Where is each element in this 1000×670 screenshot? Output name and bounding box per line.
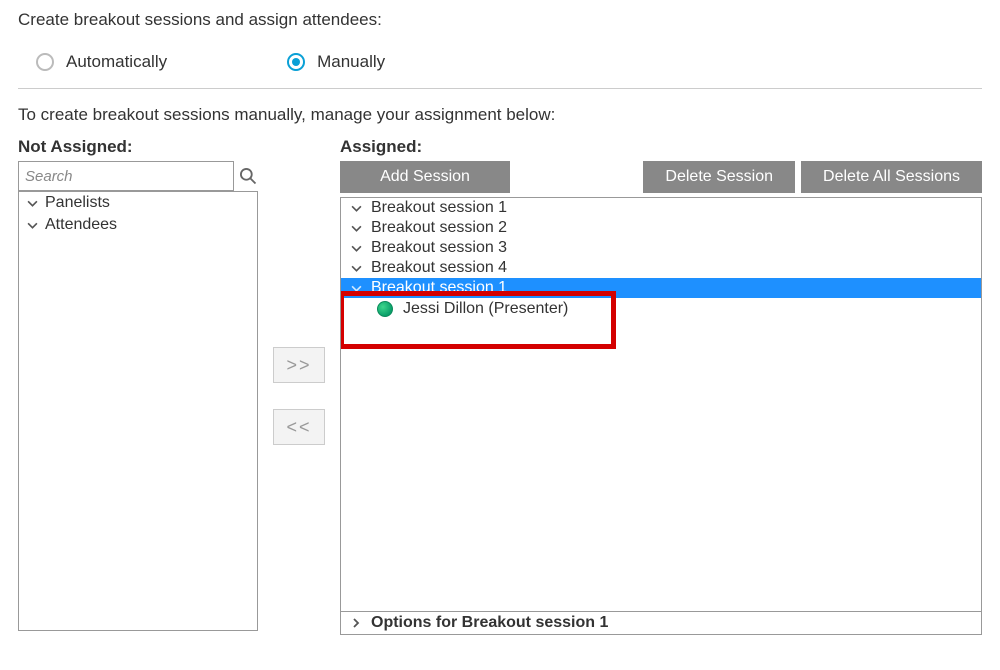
radio-manual-label: Manually [317, 52, 385, 72]
group-attendees-label: Attendees [45, 216, 117, 234]
search-input[interactable] [18, 161, 234, 191]
chevron-right-icon [349, 618, 363, 628]
move-left-button[interactable]: << [273, 409, 325, 445]
delete-session-button[interactable]: Delete Session [643, 161, 795, 193]
instruction-text: To create breakout sessions manually, ma… [18, 105, 982, 125]
session-item-selected[interactable]: Breakout session 1 [341, 278, 981, 298]
search-icon[interactable] [238, 166, 258, 186]
chevron-down-icon [349, 243, 363, 254]
page-title: Create breakout sessions and assign atte… [18, 10, 982, 30]
mode-radio-group: Automatically Manually [18, 52, 982, 72]
session-label: Breakout session 1 [371, 279, 507, 297]
chevron-down-icon [25, 220, 39, 231]
session-label: Breakout session 3 [371, 239, 507, 257]
radio-circle-selected-icon [287, 53, 305, 71]
radio-manually[interactable]: Manually [287, 52, 385, 72]
group-panelists[interactable]: Panelists [19, 192, 257, 214]
session-item[interactable]: Breakout session 3 [341, 238, 981, 258]
divider [18, 88, 982, 89]
group-attendees[interactable]: Attendees [19, 214, 257, 236]
attendee-item[interactable]: Jessi Dillon (Presenter) [341, 298, 981, 320]
session-item[interactable]: Breakout session 4 [341, 258, 981, 278]
chevron-down-icon [349, 263, 363, 274]
delete-all-sessions-button[interactable]: Delete All Sessions [801, 161, 982, 193]
group-panelists-label: Panelists [45, 194, 110, 212]
presence-icon [377, 301, 393, 317]
chevron-down-icon [25, 198, 39, 209]
session-item[interactable]: Breakout session 2 [341, 218, 981, 238]
radio-dot-icon [292, 58, 300, 66]
not-assigned-label: Not Assigned: [18, 137, 258, 157]
options-label: Options for Breakout session 1 [371, 614, 608, 632]
chevron-down-icon [349, 203, 363, 214]
session-item[interactable]: Breakout session 1 [341, 198, 981, 218]
radio-automatically[interactable]: Automatically [36, 52, 167, 72]
radio-auto-label: Automatically [66, 52, 167, 72]
assigned-panel: Breakout session 1 Breakout session 2 Br… [340, 197, 982, 635]
not-assigned-panel: Panelists Attendees [18, 191, 258, 631]
assigned-label: Assigned: [340, 137, 982, 157]
radio-circle-icon [36, 53, 54, 71]
move-right-button[interactable]: >> [273, 347, 325, 383]
session-label: Breakout session 4 [371, 259, 507, 277]
attendee-name: Jessi Dillon (Presenter) [403, 300, 568, 318]
session-label: Breakout session 1 [371, 199, 507, 217]
chevron-down-icon [349, 283, 363, 294]
options-bar[interactable]: Options for Breakout session 1 [341, 611, 981, 634]
add-session-button[interactable]: Add Session [340, 161, 510, 193]
chevron-down-icon [349, 223, 363, 234]
session-label: Breakout session 2 [371, 219, 507, 237]
